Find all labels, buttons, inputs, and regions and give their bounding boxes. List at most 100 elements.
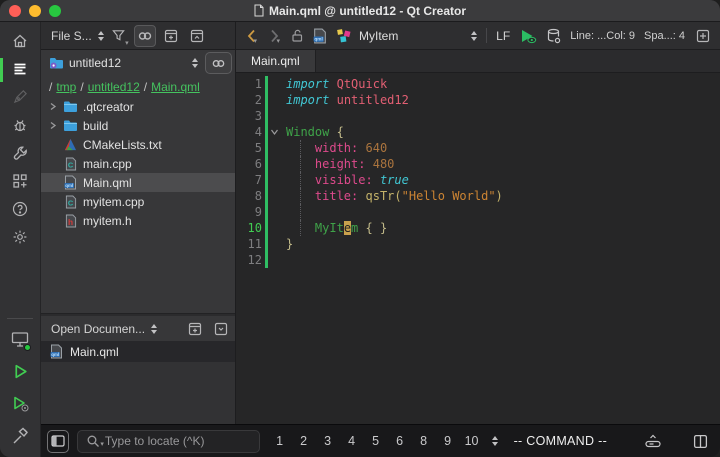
line-number: 12: [236, 252, 262, 268]
line-number: 1: [236, 76, 262, 92]
help-icon: [11, 200, 29, 221]
welcome-mode-button[interactable]: [0, 28, 40, 56]
code-text: [281, 204, 286, 220]
output-pane-button-4[interactable]: 4: [340, 434, 364, 448]
split-panel-icon[interactable]: [160, 25, 182, 47]
run-debug-button[interactable]: [0, 389, 40, 421]
qml-file-icon: qml: [63, 175, 78, 190]
tab-main-qml[interactable]: Main.qml: [236, 50, 316, 72]
code-editor[interactable]: 1import QtQuick2import untitled1234Windo…: [236, 73, 720, 424]
code-line[interactable]: 11}: [236, 236, 720, 252]
fold-column: [268, 220, 281, 236]
tree-item-main-cpp[interactable]: Cmain.cpp: [41, 154, 235, 173]
code-line[interactable]: 9: [236, 204, 720, 220]
code-line[interactable]: 6 height: 480: [236, 156, 720, 172]
output-pane-button-6[interactable]: 6: [388, 434, 412, 448]
indent-setting[interactable]: Spa...: 4: [644, 30, 685, 42]
locator-input[interactable]: [105, 434, 235, 448]
panel-selector[interactable]: File S...: [51, 29, 92, 43]
breadcrumb-separator: /: [80, 80, 83, 94]
open-documents-stepper[interactable]: [151, 324, 157, 334]
expand-output-icon[interactable]: [644, 434, 662, 449]
code-line[interactable]: 2import untitled12: [236, 92, 720, 108]
right-panel-icon[interactable]: [693, 434, 708, 449]
run-debug-icon: [11, 394, 30, 416]
status-bar: ▾ 1234568910 -- COMMAND --: [41, 424, 720, 457]
debug-mode-button[interactable]: [0, 112, 40, 140]
tree-item-cmakelists-txt[interactable]: CMakeLists.txt: [41, 135, 235, 154]
symbol-selector[interactable]: MyItem: [336, 28, 398, 44]
back-button[interactable]: ▾: [244, 27, 258, 45]
document-stepper[interactable]: [471, 31, 477, 41]
open-documents-selector[interactable]: Open Documen...: [51, 322, 145, 336]
line-number: 9: [236, 204, 262, 220]
minimize-icon[interactable]: [29, 5, 41, 17]
output-pane-button-10[interactable]: 10: [460, 434, 484, 448]
live-preview-icon[interactable]: [519, 28, 537, 44]
edit-mode-button[interactable]: [0, 56, 40, 84]
build-button[interactable]: [0, 421, 40, 453]
editor: Main.qml 1import QtQuick2import untitled…: [236, 50, 720, 424]
extensions-mode-button[interactable]: [0, 168, 40, 196]
indent-guide: [300, 188, 301, 204]
split-editor-icon[interactable]: [694, 25, 712, 47]
breadcrumb-link[interactable]: Main.qml: [151, 80, 200, 94]
sync-root-icon[interactable]: [205, 52, 232, 74]
qml-file-icon: qml: [313, 28, 327, 44]
output-pane-button-1[interactable]: 1: [268, 434, 292, 448]
code-line[interactable]: 12: [236, 252, 720, 268]
zoom-icon[interactable]: [49, 5, 61, 17]
code-line[interactable]: 7 visible: true: [236, 172, 720, 188]
filter-icon[interactable]: ▾: [108, 25, 130, 47]
preferences-button[interactable]: [0, 224, 40, 252]
project-stepper[interactable]: [192, 58, 198, 68]
tree-item-myitem-h[interactable]: hmyitem.h: [41, 211, 235, 230]
line-number: 6: [236, 156, 262, 172]
split-panel-icon[interactable]: [184, 318, 206, 340]
design-pen-icon: [12, 88, 29, 108]
breadcrumb-link[interactable]: untitled12: [88, 80, 140, 94]
tree-item--qtcreator[interactable]: .qtcreator: [41, 97, 235, 116]
database-icon[interactable]: [546, 28, 561, 44]
editor-toolbar: ▾ ▾ qml MyItem LF Line: ...Col: 9 Spa: [236, 22, 720, 49]
output-pane-button-3[interactable]: 3: [316, 434, 340, 448]
line-ending-selector[interactable]: LF: [496, 29, 510, 43]
code-line[interactable]: 10 MyItem { }: [236, 220, 720, 236]
output-pane-button-2[interactable]: 2: [292, 434, 316, 448]
tree-item-myitem-cpp[interactable]: Cmyitem.cpp: [41, 192, 235, 211]
code-line[interactable]: 1import QtQuick: [236, 76, 720, 92]
output-pane-button-8[interactable]: 8: [412, 434, 436, 448]
editor-tabbar: Main.qml: [236, 50, 720, 73]
tree-item-label: CMakeLists.txt: [83, 138, 162, 152]
fold-column: [268, 204, 281, 220]
open-document-item[interactable]: qmlMain.qml: [41, 341, 235, 362]
code-line[interactable]: 3: [236, 108, 720, 124]
fold-marker-icon[interactable]: [268, 124, 281, 140]
kit-selector-button[interactable]: [0, 325, 40, 357]
locator[interactable]: ▾: [77, 430, 260, 453]
tree-item-main-qml[interactable]: qmlMain.qml: [41, 173, 235, 192]
expand-chevron-icon[interactable]: [47, 121, 58, 130]
sync-link-icon[interactable]: [134, 25, 156, 47]
output-pane-stepper[interactable]: [492, 436, 498, 446]
run-button[interactable]: [0, 357, 40, 389]
expand-chevron-icon[interactable]: [47, 102, 58, 111]
output-pane-button-5[interactable]: 5: [364, 434, 388, 448]
close-panel-icon[interactable]: [210, 318, 232, 340]
projects-mode-button[interactable]: [0, 140, 40, 168]
code-line[interactable]: 8 title: qsTr("Hello World"): [236, 188, 720, 204]
fold-column: [268, 156, 281, 172]
code-line[interactable]: 5 width: 640: [236, 140, 720, 156]
code-line[interactable]: 4Window {: [236, 124, 720, 140]
sidebar-toggle-icon[interactable]: [47, 430, 69, 453]
help-mode-button[interactable]: [0, 196, 40, 224]
hide-panel-icon[interactable]: [186, 25, 208, 47]
close-icon[interactable]: [9, 5, 21, 17]
svg-text:h: h: [67, 217, 72, 227]
project-selector[interactable]: untitled12: [69, 56, 121, 70]
breadcrumb-link[interactable]: tmp: [56, 80, 76, 94]
panel-selector-stepper[interactable]: [98, 31, 104, 41]
output-pane-button-9[interactable]: 9: [436, 434, 460, 448]
tree-item-build[interactable]: build: [41, 116, 235, 135]
design-mode-button: [0, 84, 40, 112]
